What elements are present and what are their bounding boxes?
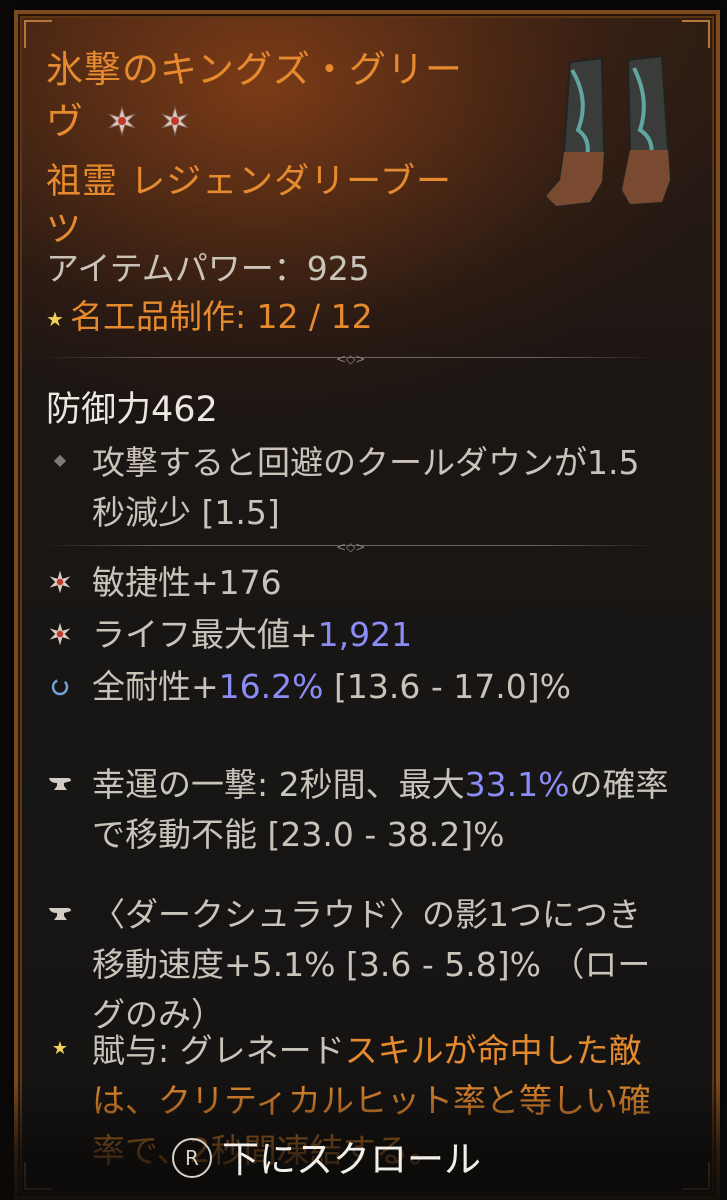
- anvil-icon: [46, 906, 74, 926]
- affix-label: 全耐性+: [92, 667, 219, 706]
- affix-text: 幸運の一撃: 2秒間、最大33.1%の確率で移動不能 [23.0 - 38.2]…: [92, 760, 672, 860]
- affix-range: [13.6 - 17.0]%: [323, 667, 571, 706]
- legendary-star-icon: ★: [51, 1038, 69, 1059]
- affix-text: 〈ダークシュラウド〉の影1つにつき移動速度+5.1% [3.6 - 5.8]% …: [92, 895, 651, 1034]
- affix-value: 33.1%: [464, 765, 570, 804]
- greater-affix-icon: [46, 622, 74, 650]
- affix-label: 幸運の一撃: 2秒間、最大: [92, 765, 465, 804]
- affix-label: ライフ最大値+: [92, 615, 318, 654]
- implicit-text: 攻撃すると回避のクールダウンが1.5秒減少 [1.5]: [92, 443, 640, 532]
- greater-affix-icon: [160, 98, 190, 150]
- affix-value: 16.2%: [218, 667, 324, 706]
- item-type: 祖霊 レジェンダリーブーツ: [46, 162, 453, 250]
- greater-affix-icon: [107, 98, 137, 150]
- item-power: アイテムパワー：925: [46, 249, 370, 288]
- divider: <◇>: [40, 540, 660, 554]
- affix-text: ライフ最大値+1,921: [92, 610, 672, 660]
- diamond-bullet-icon: ◆: [53, 450, 67, 469]
- item-title: 氷撃のキングズ・グリーヴ: [46, 44, 486, 150]
- affix-text: 敏捷性+176: [92, 563, 282, 602]
- anvil-icon: [46, 776, 74, 796]
- affix-value: 1,921: [317, 615, 413, 654]
- defense-value: 防御力462: [46, 390, 218, 430]
- boots-icon: [530, 40, 690, 224]
- star-icon: ★: [46, 306, 64, 331]
- r-button-icon: R: [172, 1137, 212, 1178]
- divider: <◇>: [40, 352, 660, 366]
- scroll-down-label: 下にスクロール: [222, 1138, 481, 1181]
- scroll-down-hint[interactable]: R 下にスクロール: [172, 1132, 481, 1188]
- tempered-affix-icon: [46, 676, 74, 702]
- masterwork-text: 名工品制作: 12 / 12: [69, 297, 373, 336]
- masterwork-line: ★ 名工品制作: 12 / 12: [46, 294, 373, 342]
- aspect-label: 賦与: グレネード: [92, 1031, 345, 1070]
- affix-text: 全耐性+16.2% [13.6 - 17.0]%: [92, 662, 672, 712]
- greater-affix-icon: [46, 570, 74, 598]
